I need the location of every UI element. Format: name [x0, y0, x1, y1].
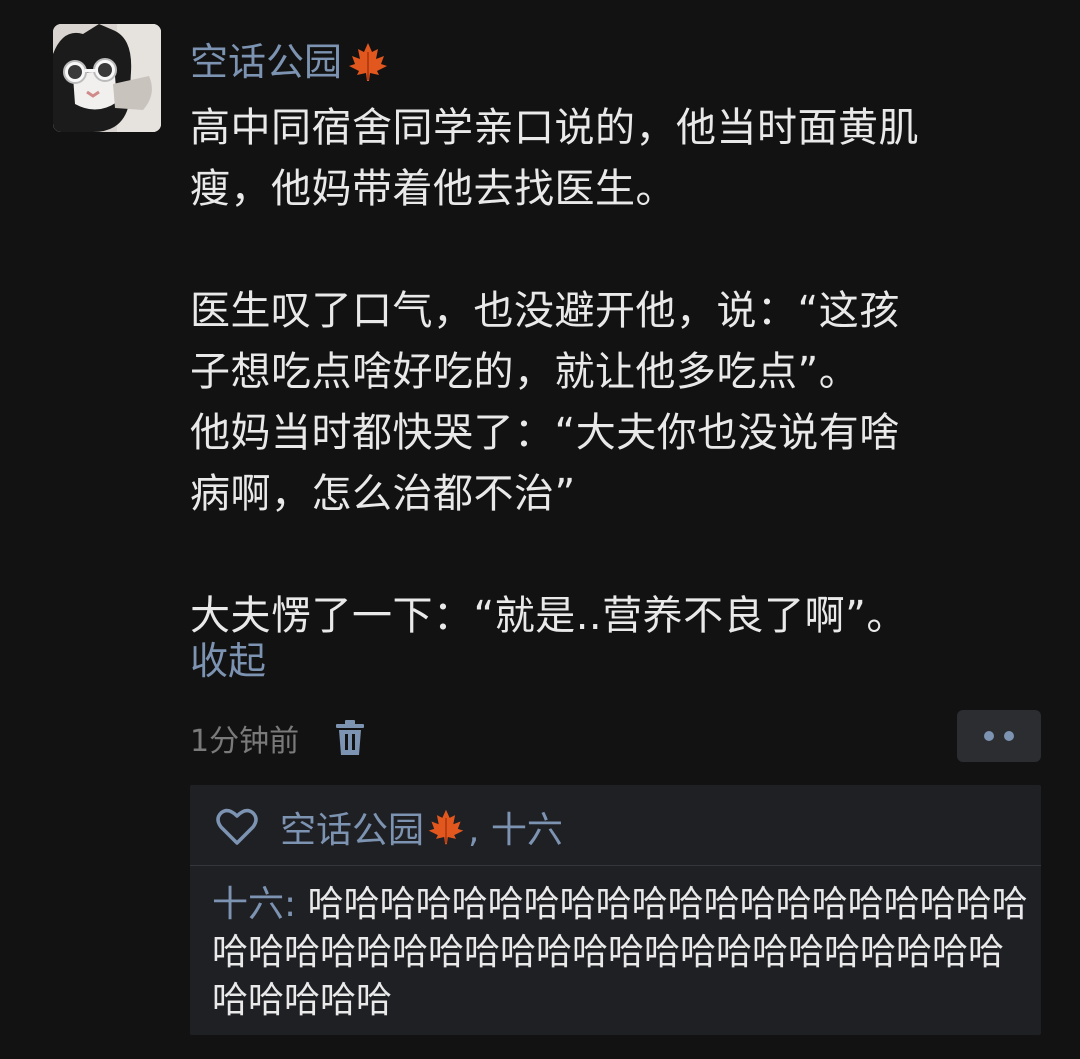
likers-list: 空话公园 , 十六	[280, 801, 563, 853]
post-timestamp: 1分钟前	[190, 724, 300, 759]
liker-name[interactable]: 空话公园	[280, 801, 424, 853]
post-line: 病啊，怎么治都不治”	[190, 471, 576, 517]
more-dots-icon	[984, 731, 994, 741]
post-line: 医生叹了口气，也没避开他，说：“这孩	[190, 288, 900, 334]
divider	[190, 865, 1041, 866]
trash-icon[interactable]	[333, 719, 367, 757]
post-content: 高中同宿舍同学亲口说的，他当时面黄肌 瘦，他妈带着他去找医生。 医生叹了口气，也…	[190, 98, 1040, 647]
moments-post: 空话公园 高中同宿舍同学亲口说的，他当时面黄肌 瘦，他妈带着他去找医生。 医生叹…	[0, 0, 1080, 1059]
author-name-text: 空话公园	[190, 40, 343, 84]
comment-text: 哈哈哈哈哈哈哈哈哈哈哈哈哈哈哈哈哈哈哈哈哈哈哈哈哈哈哈哈哈哈哈哈哈哈哈哈哈哈哈哈…	[212, 884, 1028, 1021]
liker-name[interactable]: , 十六	[468, 801, 563, 853]
post-line: 高中同宿舍同学亲口说的，他当时面黄肌	[190, 105, 919, 151]
post-line: 瘦，他妈带着他去找医生。	[190, 166, 676, 212]
maple-leaf-icon	[346, 40, 390, 84]
maple-leaf-icon	[426, 807, 466, 847]
post-line: 子想吃点啥好吃的，就让他多吃点”。	[190, 349, 860, 395]
comment-item[interactable]: 十六: 哈哈哈哈哈哈哈哈哈哈哈哈哈哈哈哈哈哈哈哈哈哈哈哈哈哈哈哈哈哈哈哈哈哈哈哈…	[212, 881, 1032, 1025]
more-dots-icon	[1004, 731, 1014, 741]
reactions-panel: 空话公园 , 十六 十六: 哈哈哈哈哈哈哈哈哈哈哈哈哈哈哈哈哈哈哈哈哈哈哈哈哈哈…	[190, 785, 1041, 1035]
post-line: 大夫愣了一下：“就是..营养不良了啊”。	[190, 593, 907, 639]
likes-row: 空话公园 , 十六	[216, 797, 563, 857]
post-meta: 1分钟前	[190, 714, 367, 762]
post-author-name[interactable]: 空话公园	[190, 34, 390, 90]
post-line: 他妈当时都快哭了：“大夫你也没说有啥	[190, 410, 900, 456]
collapse-link[interactable]: 收起	[190, 631, 266, 692]
heart-icon	[216, 808, 258, 846]
cat-with-sunglasses-avatar-image	[53, 24, 161, 132]
more-actions-button[interactable]	[957, 710, 1041, 762]
avatar[interactable]	[53, 24, 161, 132]
comment-author[interactable]: 十六:	[212, 884, 296, 925]
